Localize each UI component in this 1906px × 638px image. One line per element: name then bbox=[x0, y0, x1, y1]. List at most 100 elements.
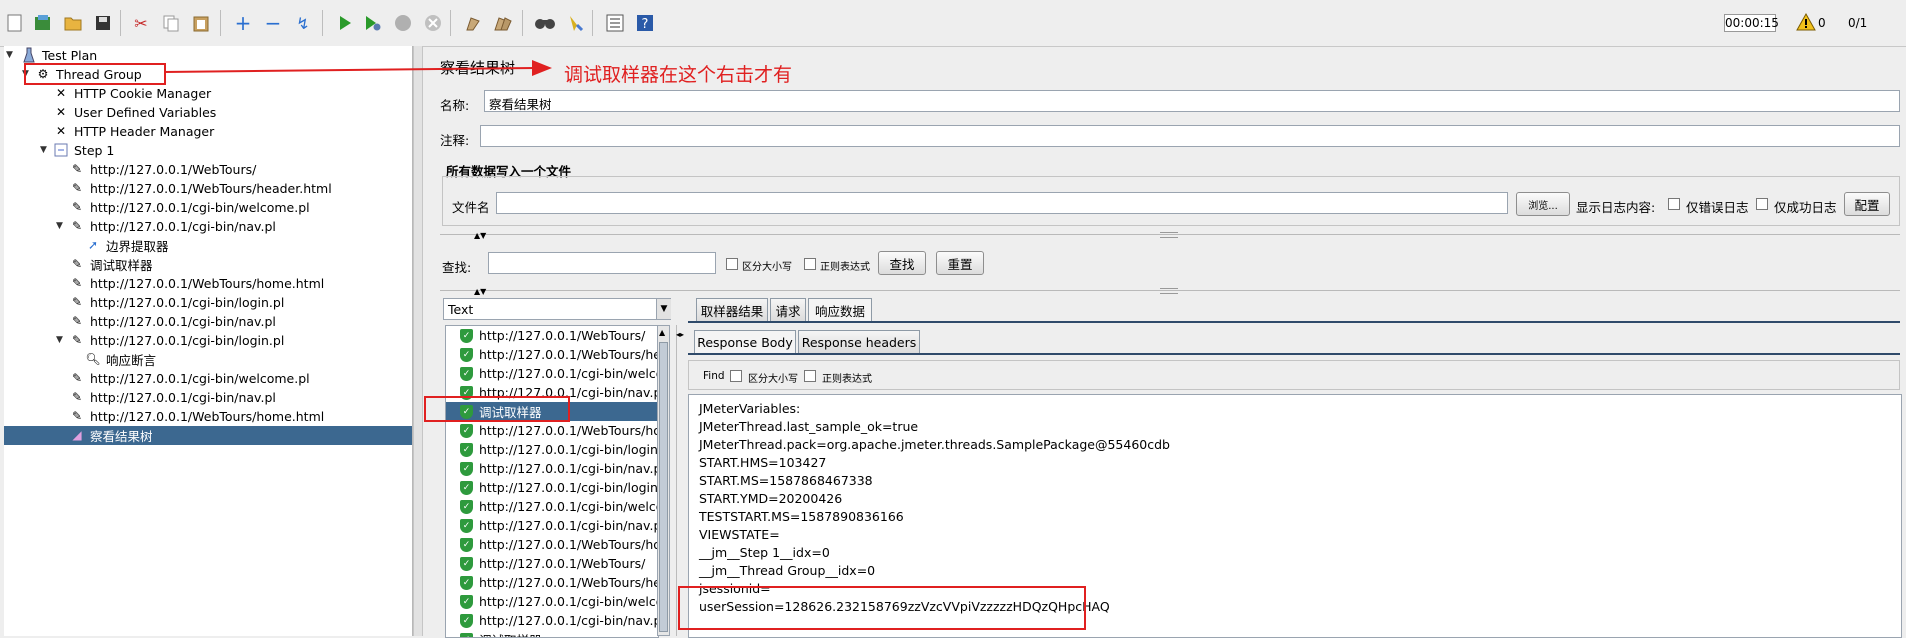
splitter-grip-icon[interactable] bbox=[1160, 232, 1178, 238]
tab-response-data[interactable]: 响应数据 bbox=[808, 298, 872, 322]
tree-item-sampler[interactable]: ✎http://127.0.0.1/WebTours/header.html bbox=[68, 179, 332, 197]
result-item[interactable]: ✓http://127.0.0.1/WebTours/home.html bbox=[446, 421, 658, 440]
response-find-label: Find bbox=[703, 370, 725, 382]
tree-item-test-plan[interactable]: Test Plan bbox=[20, 46, 97, 64]
stop-icon[interactable] bbox=[392, 12, 414, 34]
result-item[interactable]: ✓http://127.0.0.1/cgi-bin/welcome.pl bbox=[446, 364, 658, 383]
response-line: JMeterVariables: bbox=[699, 401, 800, 416]
save-icon[interactable] bbox=[92, 12, 114, 34]
templates-icon[interactable] bbox=[32, 12, 54, 34]
tree-item-sampler[interactable]: ✎http://127.0.0.1/cgi-bin/nav.pl bbox=[68, 312, 276, 330]
result-item[interactable]: ✓http://127.0.0.1/WebTours/header.html bbox=[446, 345, 658, 364]
comment-field[interactable] bbox=[480, 125, 1900, 147]
tab-response-headers[interactable]: Response headers bbox=[798, 330, 920, 354]
result-item-label: http://127.0.0.1/WebTours/ bbox=[479, 328, 645, 343]
response-line: TESTSTART.MS=1587890836166 bbox=[699, 509, 904, 524]
start-icon[interactable] bbox=[334, 12, 356, 34]
paste-icon[interactable] bbox=[190, 12, 212, 34]
split-pane-divider[interactable] bbox=[413, 46, 423, 636]
find-button[interactable]: 查找 bbox=[878, 251, 926, 275]
browse-button[interactable]: 浏览... bbox=[1516, 192, 1570, 216]
copy-icon[interactable] bbox=[160, 12, 182, 34]
tab-request[interactable]: 请求 bbox=[770, 298, 806, 322]
result-item[interactable]: ✓http://127.0.0.1/cgi-bin/login.pl bbox=[446, 478, 658, 497]
collapse-icon[interactable]: − bbox=[262, 12, 284, 34]
pipette-icon: ✎ bbox=[68, 313, 86, 329]
response-regex-label: 正则表达式 bbox=[822, 370, 872, 385]
result-item[interactable]: ✓http://127.0.0.1/WebTours/header.html bbox=[446, 573, 658, 592]
tree-item-header-manager[interactable]: ✕HTTP Header Manager bbox=[52, 122, 214, 140]
tree-item-user-defined-variables[interactable]: ✕User Defined Variables bbox=[52, 103, 216, 121]
filename-field[interactable] bbox=[496, 192, 1508, 214]
response-regex-checkbox[interactable] bbox=[804, 370, 816, 382]
tree-item-response-assertion[interactable]: 🔍︎响应断言 bbox=[84, 350, 156, 368]
chevron-down-icon[interactable]: ▼ bbox=[656, 299, 671, 319]
tab-sampler-result[interactable]: 取样器结果 bbox=[696, 298, 768, 322]
tree-item-sampler[interactable]: ✎http://127.0.0.1/cgi-bin/nav.pl bbox=[68, 217, 276, 235]
result-item[interactable]: ✓http://127.0.0.1/WebTours/ bbox=[446, 554, 658, 573]
name-field[interactable]: 察看结果树 bbox=[484, 90, 1900, 112]
tree-item-boundary-extractor[interactable]: ➚边界提取器 bbox=[84, 236, 169, 254]
clear-all-icon[interactable] bbox=[492, 12, 514, 34]
search-regex-checkbox[interactable] bbox=[804, 258, 816, 270]
reset-search-icon[interactable] bbox=[564, 12, 586, 34]
result-item[interactable]: ✓http://127.0.0.1/cgi-bin/login.pl bbox=[446, 440, 658, 459]
start-no-pause-icon[interactable] bbox=[362, 12, 384, 34]
response-case-checkbox[interactable] bbox=[730, 370, 742, 382]
splitter-arrows-icon[interactable]: ▲▼ bbox=[474, 231, 486, 240]
expand-icon[interactable]: + bbox=[232, 12, 254, 34]
splitter-arrows-icon[interactable]: ▲▼ bbox=[474, 287, 486, 296]
collapse-arrow-icon[interactable]: ▼ bbox=[56, 221, 63, 231]
shutdown-icon[interactable] bbox=[422, 12, 444, 34]
tree-item-sampler[interactable]: ✎http://127.0.0.1/WebTours/home.html bbox=[68, 274, 324, 292]
new-icon[interactable] bbox=[4, 12, 26, 34]
result-item[interactable]: ✓http://127.0.0.1/WebTours/home.html bbox=[446, 535, 658, 554]
collapse-arrow-icon[interactable]: ▼ bbox=[6, 50, 13, 60]
search-case-checkbox[interactable] bbox=[726, 258, 738, 270]
splitter-grip-icon[interactable] bbox=[1160, 288, 1178, 294]
tree-item-label: http://127.0.0.1/WebTours/home.html bbox=[90, 276, 324, 291]
result-item[interactable]: ✓http://127.0.0.1/cgi-bin/welcome.pl bbox=[446, 592, 658, 611]
search-icon[interactable] bbox=[534, 12, 556, 34]
renderer-select[interactable]: Text bbox=[443, 298, 671, 320]
result-item[interactable]: ✓http://127.0.0.1/cgi-bin/nav.pl bbox=[446, 611, 658, 630]
reset-button[interactable]: 重置 bbox=[936, 251, 984, 275]
tree-item-sampler[interactable]: ✎http://127.0.0.1/cgi-bin/welcome.pl bbox=[68, 198, 310, 216]
clear-icon[interactable] bbox=[462, 12, 484, 34]
result-item[interactable]: ✓http://127.0.0.1/WebTours/ bbox=[446, 326, 658, 345]
open-icon[interactable] bbox=[62, 12, 84, 34]
collapse-arrow-icon[interactable]: ▼ bbox=[40, 145, 47, 155]
errors-only-checkbox[interactable] bbox=[1668, 198, 1680, 210]
toggle-icon[interactable]: ↯ bbox=[292, 12, 314, 34]
configure-button[interactable]: 配置 bbox=[1844, 192, 1890, 216]
results-scrollbar[interactable]: ▲ bbox=[657, 325, 670, 636]
tree-item-label: User Defined Variables bbox=[74, 105, 216, 120]
result-item[interactable]: ✓调试取样器 bbox=[446, 630, 658, 638]
tree-item-debug-sampler[interactable]: ✎调试取样器 bbox=[68, 255, 153, 273]
scroll-up-arrow-icon[interactable]: ▲ bbox=[659, 328, 665, 337]
tree-item-view-results-tree[interactable]: ◢察看结果树 bbox=[68, 426, 153, 444]
tree-item-sampler[interactable]: ✎http://127.0.0.1/WebTours/ bbox=[68, 160, 256, 178]
success-only-checkbox[interactable] bbox=[1756, 198, 1768, 210]
search-label: 查找: bbox=[442, 257, 471, 276]
cut-icon[interactable]: ✂ bbox=[130, 12, 152, 34]
scrollbar-thumb[interactable] bbox=[659, 342, 668, 632]
result-item[interactable]: ✓http://127.0.0.1/cgi-bin/nav.pl bbox=[446, 516, 658, 535]
tree-item-cookie-manager[interactable]: ✕HTTP Cookie Manager bbox=[52, 84, 211, 102]
tree-item-sampler[interactable]: ✎http://127.0.0.1/WebTours/home.html bbox=[68, 407, 324, 425]
tree-item-sampler[interactable]: ✎http://127.0.0.1/cgi-bin/login.pl bbox=[68, 331, 284, 349]
tree-item-sampler[interactable]: ✎http://127.0.0.1/cgi-bin/welcome.pl bbox=[68, 369, 310, 387]
tree-item-sampler[interactable]: ✎http://127.0.0.1/cgi-bin/login.pl bbox=[68, 293, 284, 311]
function-helper-icon[interactable] bbox=[604, 12, 626, 34]
tab-response-body[interactable]: Response Body bbox=[694, 330, 796, 354]
result-item[interactable]: ✓http://127.0.0.1/cgi-bin/welcome.pl bbox=[446, 497, 658, 516]
search-input[interactable] bbox=[488, 252, 716, 274]
collapse-arrow-icon[interactable]: ▼ bbox=[56, 335, 63, 345]
tree-item-step-1[interactable]: Step 1 bbox=[52, 141, 114, 159]
help-icon[interactable]: ? bbox=[634, 12, 656, 34]
elapsed-timer: 00:00:15 bbox=[1724, 14, 1776, 32]
result-item[interactable]: ✓http://127.0.0.1/cgi-bin/nav.pl bbox=[446, 459, 658, 478]
splitter-arrows-icon[interactable]: ◂▸ bbox=[676, 330, 684, 339]
warning-icon[interactable] bbox=[1796, 12, 1816, 32]
tree-item-sampler[interactable]: ✎http://127.0.0.1/cgi-bin/nav.pl bbox=[68, 388, 276, 406]
